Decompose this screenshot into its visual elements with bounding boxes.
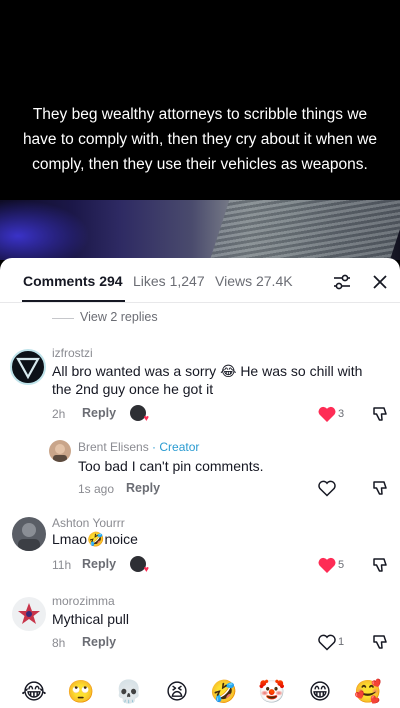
like-count: 3	[338, 408, 345, 420]
avatar-photo-icon	[18, 523, 40, 551]
avatar[interactable]	[12, 597, 46, 631]
comment-text: Mythical pull	[52, 611, 130, 627]
video-light	[0, 200, 90, 260]
heart-filled-icon[interactable]	[317, 405, 337, 423]
tab-comments[interactable]: Comments 294	[23, 273, 123, 289]
reply-button[interactable]: Reply	[82, 557, 116, 571]
emoji-skull[interactable]: 💀	[115, 678, 143, 706]
emoji-tears-of-joy[interactable]: 😂	[20, 678, 48, 706]
like-count: 1	[338, 636, 345, 648]
heart-filled-icon[interactable]	[317, 556, 337, 574]
emoji-hearts-face[interactable]: 🥰	[354, 678, 382, 706]
comment-text: All bro wanted was a sorry 😂 He was so c…	[52, 363, 363, 397]
video-preview[interactable]	[0, 200, 400, 260]
creator-liked-avatar: ♥	[130, 556, 149, 574]
emoji-eye-roll[interactable]: 🙄	[67, 678, 95, 706]
tabs-divider	[0, 302, 400, 303]
heart-outline-icon[interactable]	[317, 633, 337, 651]
reply-button[interactable]: Reply	[82, 406, 116, 420]
comment-time: 8h	[52, 636, 66, 650]
reply-button[interactable]: Reply	[126, 481, 160, 495]
video-caption: They beg wealthy attorneys to scribble t…	[0, 0, 400, 200]
close-icon[interactable]	[370, 272, 390, 292]
filter-sliders-icon[interactable]	[332, 272, 352, 292]
tab-views[interactable]: Views 27.4K	[215, 273, 293, 289]
creator-liked-avatar: ♥	[130, 405, 149, 423]
heart-small-icon: ♥	[143, 413, 149, 423]
comment-username[interactable]: Brent Elisens	[78, 440, 149, 454]
emoji-tired-face[interactable]: 😫	[163, 678, 191, 706]
dislike-icon[interactable]	[371, 633, 389, 651]
avatar[interactable]	[12, 517, 46, 551]
comments-sheet: Comments 294 Likes 1,247 Views 27.4K Vie…	[0, 258, 400, 708]
comment-time: 11h	[52, 558, 72, 572]
view-replies-link[interactable]: View 2 replies	[80, 310, 158, 324]
comment-time: 1s ago	[78, 482, 115, 496]
emoji-rofl[interactable]: 🤣	[210, 678, 238, 706]
emoji-clown[interactable]: 🤡	[258, 678, 286, 706]
comments-tabs: Comments 294 Likes 1,247 Views 27.4K	[0, 258, 400, 304]
comment-username[interactable]: Ashton Yourrr	[52, 516, 125, 530]
creator-badge: · Creator	[148, 440, 200, 454]
comment-text: Lmao🤣noice	[52, 531, 138, 547]
heart-outline-icon[interactable]	[317, 479, 337, 497]
like-count: 5	[338, 559, 345, 571]
comment-username[interactable]: morozimma	[52, 594, 115, 608]
video-roof	[210, 200, 400, 258]
dislike-icon[interactable]	[371, 405, 389, 423]
dislike-icon[interactable]	[371, 479, 389, 497]
avatar-logo-icon	[16, 357, 40, 380]
emoji-quick-bar: 😂 🙄 💀 😫 🤣 🤡 😁 🥰	[0, 674, 400, 708]
dislike-icon[interactable]	[371, 556, 389, 574]
replies-line	[52, 318, 74, 319]
avatar[interactable]	[10, 349, 46, 385]
tab-likes[interactable]: Likes 1,247	[133, 273, 205, 289]
heart-small-icon: ♥	[143, 564, 149, 574]
comment-username[interactable]: izfrostzi	[52, 346, 93, 360]
avatar-face-icon	[53, 444, 67, 462]
avatar-star-icon	[18, 603, 40, 624]
comment-text: Too bad I can't pin comments.	[78, 458, 264, 474]
emoji-grin[interactable]: 😁	[306, 678, 334, 706]
avatar[interactable]	[49, 440, 71, 462]
reply-button[interactable]: Reply	[82, 635, 116, 649]
comment-time: 2h	[52, 407, 66, 421]
